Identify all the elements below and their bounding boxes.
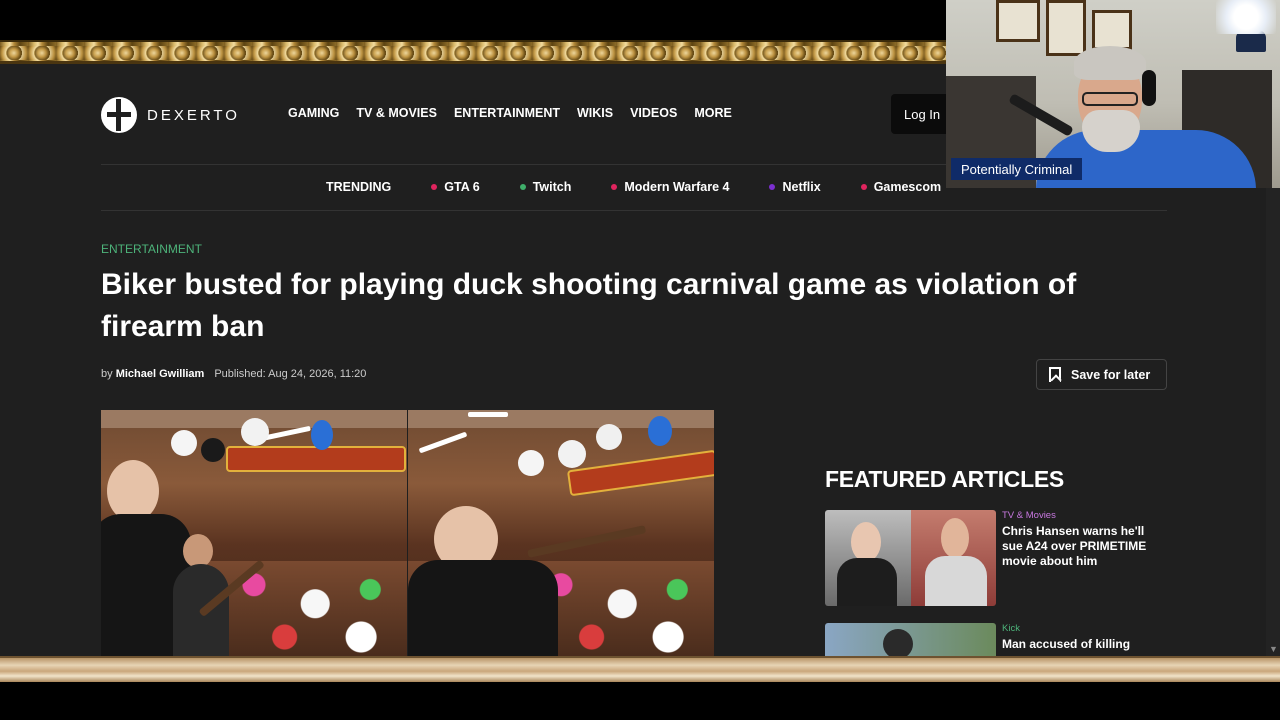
site-logo[interactable]: DEXERTO	[101, 97, 240, 133]
save-for-later-button[interactable]: Save for later	[1036, 359, 1167, 390]
trending-item-netflix[interactable]: Netflix	[769, 180, 821, 194]
trending-item-gta6[interactable]: GTA 6	[431, 180, 480, 194]
trending-item-label: Netflix	[782, 180, 821, 194]
save-for-later-label: Save for later	[1071, 367, 1151, 382]
webcam-overlay: Potentially Criminal	[946, 0, 1280, 188]
featured-article-tag[interactable]: Kick	[1002, 623, 1020, 634]
login-button[interactable]: Log In	[891, 94, 951, 134]
nav-item-wikis[interactable]: WIKIS	[577, 106, 613, 120]
trending-item-label: Modern Warfare 4	[624, 180, 730, 194]
publish-date: Published: Aug 24, 2026, 11:20	[214, 368, 367, 380]
article-title: Biker busted for playing duck shooting c…	[101, 268, 1077, 343]
ornate-frame-bottom	[0, 656, 1280, 682]
webcam-caption: Potentially Criminal	[951, 158, 1083, 180]
trending-item-modern-warfare-4[interactable]: Modern Warfare 4	[611, 180, 729, 194]
screen: DEXERTO GAMING TV & MOVIES ENTERTAINMENT…	[0, 0, 1280, 720]
bookmark-icon	[1049, 367, 1061, 382]
ornate-frame-top	[0, 40, 948, 64]
trending-bar: TRENDING GTA 6 Twitch Modern Warfare 4 N…	[326, 180, 941, 194]
trending-divider	[101, 210, 1167, 211]
trending-dot	[860, 184, 867, 190]
featured-article-tag[interactable]: TV & Movies	[1002, 510, 1056, 521]
trending-dot	[769, 184, 776, 190]
trending-dot	[431, 184, 438, 190]
trending-item-twitch[interactable]: Twitch	[519, 180, 572, 194]
featured-article-thumbnail[interactable]	[825, 623, 996, 656]
scroll-down-arrow-icon[interactable]: ▼	[1269, 644, 1278, 654]
featured-articles-heading: FEATURED ARTICLES	[825, 466, 1064, 492]
hero-image-panel-right	[408, 410, 714, 656]
trending-item-label: GTA 6	[444, 180, 480, 194]
dexerto-logo-icon	[101, 97, 137, 133]
featured-article-card[interactable]: Kick Man accused of killing	[825, 623, 1165, 656]
nav-item-gaming[interactable]: GAMING	[288, 106, 339, 120]
byline-author-wrap: by Michael Gwilliam	[101, 368, 204, 380]
trending-item-label: Gamescom	[873, 180, 942, 194]
nav-item-videos[interactable]: VIDEOS	[630, 106, 677, 120]
trending-item-gamescom[interactable]: Gamescom	[860, 180, 942, 194]
featured-article-title[interactable]: Man accused of killing	[1002, 637, 1167, 652]
article-hero-image	[101, 410, 714, 656]
nav-item-more[interactable]: MORE	[694, 106, 732, 120]
article-category-link[interactable]: ENTERTAINMENT	[101, 242, 202, 256]
hero-image-panel-left	[101, 410, 407, 656]
nav-item-tv-movies[interactable]: TV & MOVIES	[356, 106, 437, 120]
featured-article-title[interactable]: Chris Hansen warns he'll sue A24 over PR…	[1002, 524, 1167, 569]
trending-dot	[519, 184, 526, 190]
trending-dot	[611, 184, 618, 190]
featured-article-card[interactable]: TV & Movies Chris Hansen warns he'll sue…	[825, 510, 1165, 610]
trending-label: TRENDING	[326, 180, 392, 194]
byline: by Michael Gwilliam Published: Aug 24, 2…	[101, 368, 366, 380]
logo-text: DEXERTO	[147, 106, 240, 124]
trending-item-label: Twitch	[532, 180, 572, 194]
byline-prefix: by	[101, 368, 113, 380]
featured-article-thumbnail[interactable]	[825, 510, 996, 606]
nav-item-entertainment[interactable]: ENTERTAINMENT	[454, 106, 560, 120]
main-nav: GAMING TV & MOVIES ENTERTAINMENT WIKIS V…	[288, 106, 732, 120]
author-link[interactable]: Michael Gwilliam	[116, 368, 205, 380]
